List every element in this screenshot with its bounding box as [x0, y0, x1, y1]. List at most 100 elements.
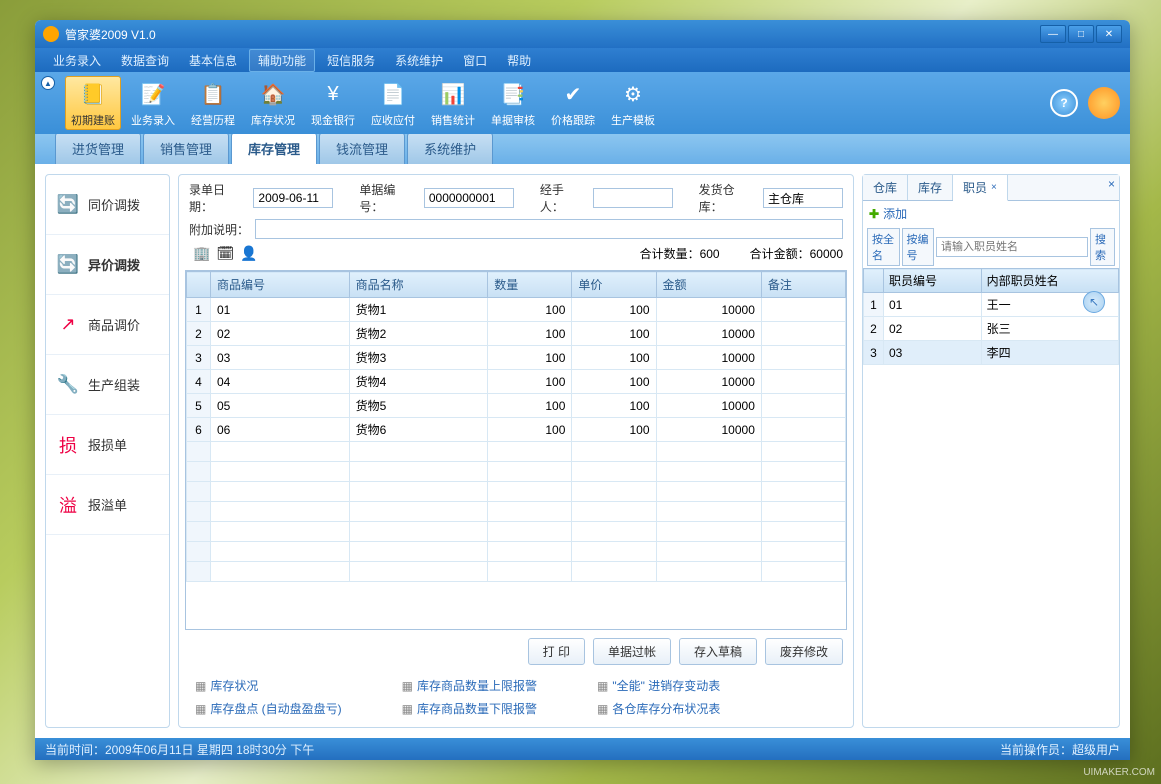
help-icon[interactable]: ?: [1050, 89, 1078, 117]
grid-header[interactable]: 备注: [761, 272, 845, 298]
menu-item[interactable]: 辅助功能: [249, 49, 315, 72]
menu-item[interactable]: 基本信息: [181, 50, 245, 71]
right-tab[interactable]: 仓库: [863, 175, 908, 200]
discard-button[interactable]: 废弃修改: [765, 638, 843, 665]
sidebar-item[interactable]: ↗商品调价: [46, 295, 169, 355]
toolbar-button[interactable]: 📊销售统计: [425, 76, 481, 130]
grid-header[interactable]: 商品编号: [211, 272, 350, 298]
main-tab[interactable]: 销售管理: [143, 132, 229, 164]
grid-header[interactable]: 内部职员姓名: [981, 269, 1118, 293]
close-button[interactable]: ✕: [1096, 25, 1122, 43]
search-input[interactable]: [936, 237, 1088, 257]
sidebar-item[interactable]: 损报损单: [46, 415, 169, 475]
product-grid[interactable]: 商品编号商品名称数量单价金额备注101货物110010010000202货物21…: [186, 271, 846, 582]
post-button[interactable]: 单据过帐: [593, 638, 671, 665]
person-icon[interactable]: 👤: [240, 245, 257, 262]
grid-header[interactable]: 数量: [488, 272, 572, 298]
toolbar-button[interactable]: 📝业务录入: [125, 76, 181, 130]
main-tab[interactable]: 进货管理: [55, 132, 141, 164]
report-link[interactable]: 库存商品数量下限报警: [402, 700, 537, 717]
main-tab[interactable]: 库存管理: [231, 132, 317, 164]
grid-header[interactable]: [187, 272, 211, 298]
docno-input[interactable]: [424, 188, 514, 208]
table-row[interactable]: [187, 482, 846, 502]
table-row[interactable]: [187, 522, 846, 542]
report-link[interactable]: 库存商品数量上限报警: [402, 677, 537, 694]
grid-header[interactable]: 职员编号: [884, 269, 982, 293]
tab-label: 库存: [918, 179, 942, 196]
grid-header[interactable]: 商品名称: [349, 272, 488, 298]
report-link[interactable]: 库存状况: [195, 677, 342, 694]
toolbar-button[interactable]: ¥现金银行: [305, 76, 361, 130]
sidebar-label: 生产组装: [88, 375, 140, 394]
employee-grid-wrap[interactable]: 职员编号内部职员姓名101王一202张三303李四 ↖: [863, 268, 1119, 727]
grid-header[interactable]: 单价: [572, 272, 656, 298]
grid-header[interactable]: [864, 269, 884, 293]
right-tab[interactable]: 库存: [908, 175, 953, 200]
table-row[interactable]: 404货物410010010000: [187, 370, 846, 394]
toolbar-button[interactable]: 🏠库存状况: [245, 76, 301, 130]
table-row[interactable]: [187, 542, 846, 562]
toolbar-button[interactable]: ✔价格跟踪: [545, 76, 601, 130]
table-row[interactable]: 606货物610010010000: [187, 418, 846, 442]
handler-input[interactable]: [593, 188, 673, 208]
toolbar-button[interactable]: 📑单据审核: [485, 76, 541, 130]
grid-icon[interactable]: 🏢: [193, 245, 210, 262]
links-col-2: 库存商品数量上限报警库存商品数量下限报警: [402, 677, 537, 717]
menu-item[interactable]: 窗口: [455, 50, 495, 71]
calc-icon[interactable]: 🗓: [216, 245, 234, 262]
table-row[interactable]: 303货物310010010000: [187, 346, 846, 370]
add-button[interactable]: 添加: [863, 201, 1119, 226]
print-button[interactable]: 打 印: [528, 638, 585, 665]
table-row[interactable]: 101货物110010010000: [187, 298, 846, 322]
report-link[interactable]: 各仓库存分布状况表: [597, 700, 720, 717]
menu-item[interactable]: 短信服务: [319, 50, 383, 71]
minimize-button[interactable]: —: [1040, 25, 1066, 43]
table-row[interactable]: 101王一: [864, 293, 1119, 317]
search-button[interactable]: 搜索: [1090, 228, 1115, 266]
report-link[interactable]: 库存盘点 (自动盘盈盘亏): [195, 700, 342, 717]
toolbar-button[interactable]: 📄应收应付: [365, 76, 421, 130]
product-grid-wrap[interactable]: 商品编号商品名称数量单价金额备注101货物110010010000202货物21…: [185, 270, 847, 630]
sidebar-label: 异价调拨: [88, 255, 140, 274]
table-row[interactable]: 505货物510010010000: [187, 394, 846, 418]
tab-close-icon[interactable]: ×: [991, 182, 997, 193]
sidebar-item[interactable]: 🔄异价调拨: [46, 235, 169, 295]
date-input[interactable]: [253, 188, 333, 208]
close-panel-icon[interactable]: ×: [1108, 177, 1115, 191]
filter-fullname-button[interactable]: 按全名: [867, 228, 900, 266]
table-row[interactable]: [187, 502, 846, 522]
sidebar-item[interactable]: 🔄同价调拨: [46, 175, 169, 235]
collapse-toolbar-icon[interactable]: ▲: [41, 76, 55, 90]
theme-icon[interactable]: [1088, 87, 1120, 119]
filter-code-button[interactable]: 按编号: [902, 228, 935, 266]
sidebar-item[interactable]: 溢报溢单: [46, 475, 169, 535]
toolbar-button[interactable]: 📋经营历程: [185, 76, 241, 130]
note-input[interactable]: [255, 219, 843, 239]
draft-button[interactable]: 存入草稿: [679, 638, 757, 665]
table-row[interactable]: 303李四: [864, 341, 1119, 365]
main-tab[interactable]: 系统维护: [407, 132, 493, 164]
table-row[interactable]: 202张三: [864, 317, 1119, 341]
right-tabs: 仓库库存职员×: [863, 175, 1119, 201]
grid-header[interactable]: 金额: [656, 272, 761, 298]
table-row[interactable]: [187, 562, 846, 582]
warehouse-input[interactable]: [763, 188, 843, 208]
employee-grid[interactable]: 职员编号内部职员姓名101王一202张三303李四: [863, 268, 1119, 365]
menu-item[interactable]: 系统维护: [387, 50, 451, 71]
menu-item[interactable]: 帮助: [499, 50, 539, 71]
sidebar-item[interactable]: 🔧生产组装: [46, 355, 169, 415]
right-tab[interactable]: 职员×: [953, 175, 1008, 201]
table-row[interactable]: [187, 462, 846, 482]
form-row-3: 🏢 🗓 👤 合计数量：600 合计金额：60000: [185, 243, 847, 264]
menu-item[interactable]: 数据查询: [113, 50, 177, 71]
table-row[interactable]: 202货物210010010000: [187, 322, 846, 346]
main-tab[interactable]: 钱流管理: [319, 132, 405, 164]
toolbar-icon: ✔: [557, 78, 589, 110]
toolbar-button[interactable]: ⚙生产模板: [605, 76, 661, 130]
report-link[interactable]: "全能" 进销存变动表: [597, 677, 720, 694]
toolbar-button[interactable]: 📒初期建账: [65, 76, 121, 130]
maximize-button[interactable]: □: [1068, 25, 1094, 43]
menu-item[interactable]: 业务录入: [45, 50, 109, 71]
table-row[interactable]: [187, 442, 846, 462]
